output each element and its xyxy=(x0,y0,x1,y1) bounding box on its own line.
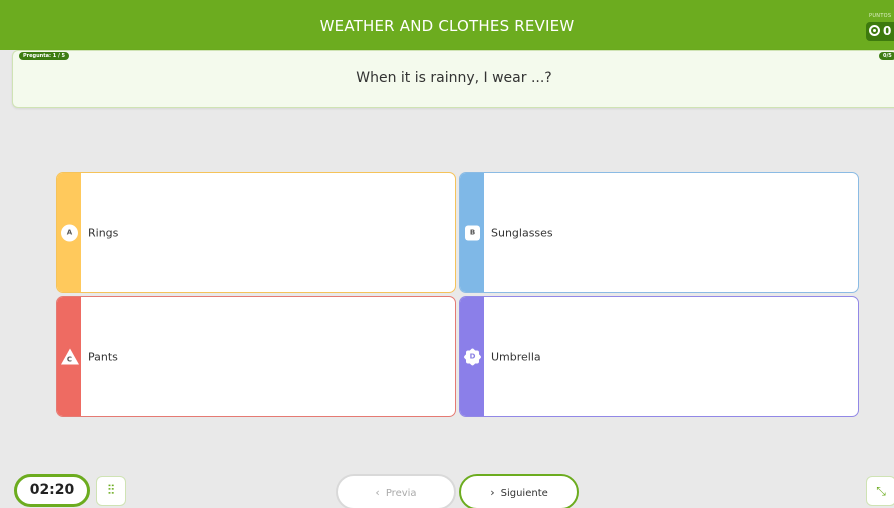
answer-option-a[interactable]: A Rings xyxy=(56,172,456,293)
question-counter: Pregunta: 1 / 5 xyxy=(19,52,69,60)
points-display: PUNTOS 0 xyxy=(866,13,894,42)
chevron-right-icon: › xyxy=(490,486,495,499)
square-shape-icon: B xyxy=(465,225,480,240)
answer-label: Umbrella xyxy=(491,350,541,363)
question-progress: 0/5 xyxy=(879,52,894,60)
answer-letter: A xyxy=(66,228,73,237)
next-button[interactable]: › Siguiente xyxy=(459,474,579,508)
question-card: Pregunta: 1 / 5 0/5 When it is rainny, I… xyxy=(12,50,894,108)
answer-label: Sunglasses xyxy=(491,226,553,239)
star-shape-icon: D xyxy=(464,348,481,365)
answer-color-strip: C xyxy=(57,297,81,416)
next-label: Siguiente xyxy=(500,488,548,499)
answer-label: Rings xyxy=(88,226,119,239)
points-label: PUNTOS xyxy=(869,13,892,19)
answer-letter: C xyxy=(66,355,73,364)
points-box: 0 xyxy=(866,22,894,41)
triangle-shape-icon: C xyxy=(61,348,79,365)
answer-color-strip: D xyxy=(460,297,484,416)
points-value: 0 xyxy=(883,24,892,38)
answer-option-b[interactable]: B Sunglasses xyxy=(459,172,859,293)
answer-color-strip: A xyxy=(57,173,81,292)
quiz-title: WEATHER AND CLOTHES REVIEW xyxy=(319,17,575,35)
answer-option-d[interactable]: D Umbrella xyxy=(459,296,859,417)
previous-button[interactable]: ‹ Previa xyxy=(336,474,456,508)
answer-option-c[interactable]: C Pants xyxy=(56,296,456,417)
answer-letter: B xyxy=(469,228,476,237)
answer-label: Pants xyxy=(88,350,118,363)
timer: 02:20 xyxy=(14,474,90,507)
answer-letter: D xyxy=(469,352,476,361)
coin-icon xyxy=(869,25,880,36)
chevron-left-icon: ‹ xyxy=(375,486,380,499)
question-text: When it is rainny, I wear ...? xyxy=(356,70,552,86)
collapse-icon[interactable]: ⤡ xyxy=(866,476,894,506)
previous-label: Previa xyxy=(385,488,417,499)
header-bar: WEATHER AND CLOTHES REVIEW PUNTOS 0 xyxy=(0,0,894,50)
equalizer-icon[interactable]: ⫶⫶ xyxy=(96,476,126,506)
answer-color-strip: B xyxy=(460,173,484,292)
circle-shape-icon: A xyxy=(61,224,78,241)
